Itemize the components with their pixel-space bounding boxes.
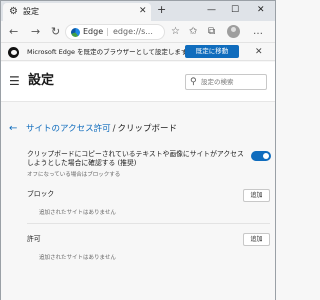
- maximize-button[interactable]: ☐: [231, 4, 239, 16]
- block-section-title: ブロック: [27, 190, 55, 198]
- close-icon[interactable]: ✕: [139, 6, 147, 17]
- clipboard-settings: ← サイトのアクセス許可 / クリップボード クリップボードにコピーされているテキス…: [1, 103, 275, 300]
- ask-before-access-sublabel: オフになっている場合はブロックする: [27, 172, 121, 178]
- star-icon[interactable]: ☆: [171, 25, 180, 38]
- breadcrumb-site-permissions[interactable]: サイトのアクセス許可: [26, 124, 111, 134]
- edge-icon: [71, 28, 80, 37]
- browser-window: ⚙ 設定 ✕ + — ☐ ✕ ← → ↻ Edge | edge://s... …: [0, 0, 276, 300]
- tab-strip: ⚙ 設定 ✕ + — ☐ ✕: [1, 1, 275, 21]
- refresh-icon[interactable]: ↻: [51, 25, 60, 38]
- breadcrumb-current: クリップボード: [117, 124, 177, 134]
- tab-title: 設定: [23, 7, 39, 16]
- ask-before-access-toggle[interactable]: [251, 151, 271, 161]
- address-edge-label: Edge: [83, 27, 104, 36]
- back-icon[interactable]: ←: [9, 25, 18, 38]
- allow-section-title: 許可: [27, 235, 41, 243]
- menu-icon[interactable]: ☰: [9, 75, 20, 87]
- address-url[interactable]: edge://s...: [113, 27, 153, 37]
- search-input[interactable]: [201, 76, 265, 88]
- tab-settings[interactable]: ⚙ 設定 ✕: [3, 3, 151, 21]
- block-add-button[interactable]: 追加: [243, 189, 270, 202]
- search-box[interactable]: ⚲: [185, 74, 267, 90]
- allow-add-button[interactable]: 追加: [243, 233, 270, 246]
- back-arrow-icon[interactable]: ←: [9, 123, 17, 135]
- toggle-knob: [263, 153, 269, 159]
- search-icon: ⚲: [190, 77, 197, 87]
- forward-icon[interactable]: →: [31, 25, 40, 38]
- block-empty-message: 追加されたサイトはありません: [39, 210, 116, 216]
- infobar-close-icon[interactable]: ✕: [255, 46, 263, 58]
- ask-before-access-label: クリップボードにコピーされているテキストや画像にサイトがアクセスしようとした場合…: [27, 150, 244, 167]
- minimize-button[interactable]: —: [207, 4, 216, 16]
- divider: [27, 223, 270, 224]
- navigation-toolbar: ← → ↻ Edge | edge://s... ☆ ✩ ⧉ …: [1, 21, 275, 43]
- more-icon[interactable]: …: [253, 25, 263, 38]
- page-title: 設定: [28, 73, 55, 88]
- breadcrumb: サイトのアクセス許可 / クリップボード: [26, 124, 177, 135]
- address-bar[interactable]: Edge | edge://s...: [65, 24, 165, 40]
- new-tab-button[interactable]: +: [157, 4, 166, 16]
- settings-header: ☰ 設定 ⚲: [1, 62, 275, 102]
- favorites-icon[interactable]: ✩: [189, 25, 197, 38]
- window-close-button[interactable]: ✕: [257, 4, 265, 16]
- collections-icon[interactable]: ⧉: [208, 25, 215, 38]
- edge-logo-icon: [8, 47, 19, 58]
- infobar-message: Microsoft Edge を既定のブラウザーとして設定しますか？: [27, 48, 201, 56]
- address-separator: |: [106, 27, 109, 36]
- allow-empty-message: 追加されたサイトはありません: [39, 255, 116, 261]
- default-browser-infobar: Microsoft Edge を既定のブラウザーとして設定しますか？ 既定に移動…: [1, 44, 275, 61]
- set-default-button[interactable]: 既定に移動: [185, 45, 239, 58]
- gear-icon: ⚙: [9, 6, 18, 17]
- profile-icon[interactable]: [227, 25, 240, 38]
